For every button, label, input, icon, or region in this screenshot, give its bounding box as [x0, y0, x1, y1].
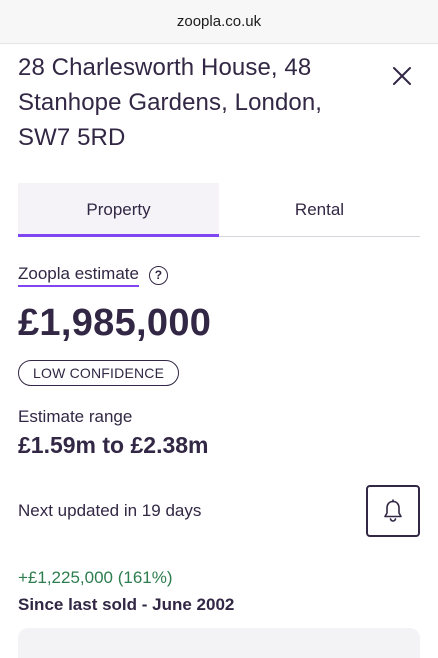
url-text: zoopla.co.uk	[176, 13, 262, 30]
confidence-badge: LOW CONFIDENCE	[18, 360, 180, 386]
zoopla-estimate-link[interactable]: Zoopla estimate	[18, 264, 139, 287]
address-line: Stanhope Gardens, London,	[18, 89, 323, 116]
address-line: 28 Charlesworth House, 48	[18, 54, 312, 81]
estimate-price: £1,985,000	[18, 302, 212, 344]
next-updated-text: Next updated in 19 days	[18, 501, 202, 520]
address-line: SW7 5RD	[18, 124, 126, 151]
estimate-header: Zoopla estimate ?	[18, 262, 168, 288]
property-address: 28 Charlesworth House, 48 Stanhope Garde…	[18, 50, 368, 155]
estimate-range-label: Estimate range	[18, 407, 133, 426]
tab-bar: Property Rental	[18, 183, 420, 237]
tab-rental[interactable]: Rental	[219, 183, 420, 236]
help-circle-icon[interactable]: ?	[148, 265, 168, 285]
close-button[interactable]	[386, 60, 418, 92]
tab-property[interactable]: Property	[18, 183, 219, 237]
estimate-range-value: £1.59m to £2.38m	[18, 432, 209, 458]
since-last-sold: Since last sold - June 2002	[18, 595, 235, 614]
price-change: +£1,225,000 (161%)	[18, 568, 173, 587]
browser-url-bar[interactable]: zoopla.co.uk	[0, 0, 438, 44]
tab-label: Rental	[294, 199, 345, 219]
next-card	[18, 628, 420, 658]
bell-icon	[384, 499, 402, 522]
confidence-label: LOW CONFIDENCE	[33, 365, 165, 381]
close-icon	[393, 67, 411, 85]
tab-label: Property	[86, 199, 151, 219]
alert-button[interactable]	[366, 485, 420, 537]
help-glyph: ?	[154, 268, 163, 282]
